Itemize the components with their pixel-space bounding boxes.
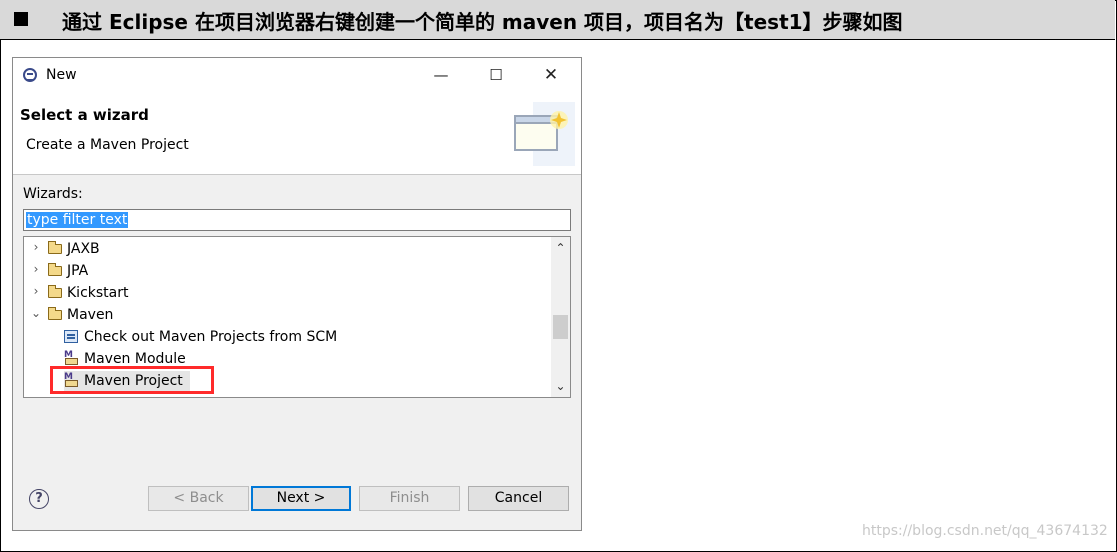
folder-icon xyxy=(48,307,62,320)
window-title: New xyxy=(46,67,77,83)
folder-icon xyxy=(48,241,62,254)
tree-item-maven[interactable]: ⌄ Maven xyxy=(30,305,530,325)
title-bar: New — ☐ ✕ xyxy=(13,58,581,92)
section-header: 通过 Eclipse 在项目浏览器右键创建一个简单的 maven 项目，项目名为… xyxy=(0,0,1115,40)
filter-input[interactable]: type filter text xyxy=(23,209,571,231)
new-wizard-dialog: New — ☐ ✕ Select a wizard Create a Maven… xyxy=(12,57,582,531)
tree-scrollbar[interactable]: ⌃ ⌄ xyxy=(551,237,570,397)
wizard-banner: Select a wizard Create a Maven Project xyxy=(13,92,581,175)
finish-button[interactable]: Finish xyxy=(359,486,460,511)
scrollbar-thumb[interactable] xyxy=(553,315,568,339)
expand-arrow-icon[interactable]: › xyxy=(30,240,42,254)
tree-item-label: Check out Maven Projects from SCM xyxy=(84,329,338,345)
scroll-up-icon[interactable]: ⌃ xyxy=(551,239,570,257)
expand-arrow-icon[interactable]: › xyxy=(30,284,42,298)
filter-text: type filter text xyxy=(26,212,129,228)
tree-item-kickstart[interactable]: › Kickstart xyxy=(30,283,530,303)
folder-icon xyxy=(48,263,62,276)
banner-description: Create a Maven Project xyxy=(26,137,189,153)
scm-checkout-icon xyxy=(64,330,78,343)
eclipse-icon xyxy=(23,68,37,82)
wizards-label: Wizards: xyxy=(23,186,83,202)
expand-arrow-icon[interactable]: › xyxy=(30,262,42,276)
next-button[interactable]: Next > xyxy=(251,486,351,511)
maven-module-icon: M xyxy=(64,351,79,366)
cancel-button[interactable]: Cancel xyxy=(468,486,569,511)
tree-item-label: JPA xyxy=(67,263,89,279)
square-bullet-icon xyxy=(14,12,28,26)
banner-title: Select a wizard xyxy=(20,106,149,124)
tree-item-jaxb[interactable]: › JAXB xyxy=(30,239,530,259)
section-title: 通过 Eclipse 在项目浏览器右键创建一个简单的 maven 项目，项目名为… xyxy=(62,10,903,34)
tree-item-label: JAXB xyxy=(67,241,100,257)
tree-item-label: Maven xyxy=(67,307,114,323)
scroll-down-icon[interactable]: ⌄ xyxy=(551,377,570,395)
watermark-text: https://blog.csdn.net/qq_43674132 xyxy=(862,523,1108,539)
folder-icon xyxy=(48,285,62,298)
back-button[interactable]: < Back xyxy=(148,486,249,511)
tree-item-label: Kickstart xyxy=(67,285,129,301)
red-annotation-box xyxy=(50,366,214,394)
close-button[interactable]: ✕ xyxy=(531,62,571,88)
tree-item-jpa[interactable]: › JPA xyxy=(30,261,530,281)
collapse-arrow-icon[interactable]: ⌄ xyxy=(30,306,42,320)
minimize-button[interactable]: — xyxy=(421,62,461,88)
new-wizard-banner-icon xyxy=(514,102,575,166)
maximize-button[interactable]: ☐ xyxy=(476,62,516,88)
tree-item-checkout-scm[interactable]: Check out Maven Projects from SCM xyxy=(64,327,524,347)
help-icon[interactable]: ? xyxy=(29,489,49,509)
